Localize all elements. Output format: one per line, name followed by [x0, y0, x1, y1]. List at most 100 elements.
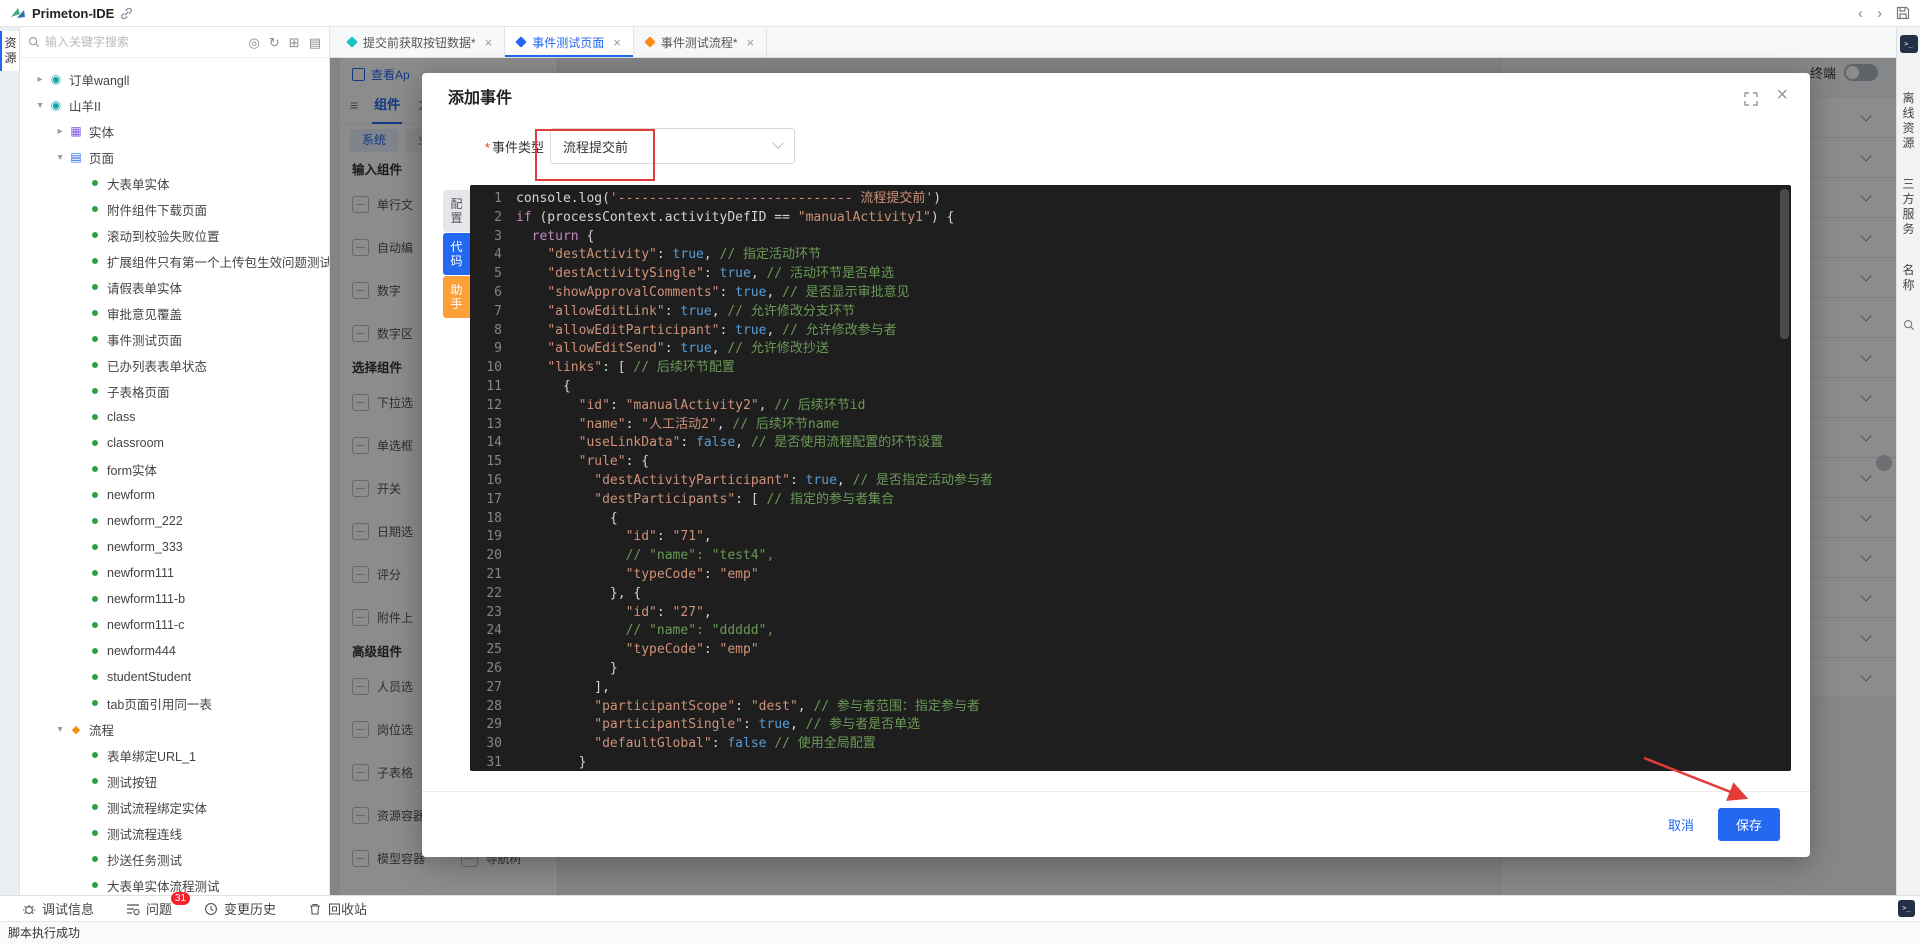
tree-item[interactable]: 抄送任务测试	[20, 846, 329, 872]
modal-footer: 取消 保存	[422, 791, 1810, 857]
share-link-icon[interactable]	[120, 7, 133, 20]
locate-icon[interactable]: ◎	[249, 36, 260, 49]
tree-item[interactable]: classroom	[20, 430, 329, 456]
editor-tab[interactable]: 事件测试流程*×	[634, 27, 767, 57]
tree-item[interactable]: 测试流程连线	[20, 820, 329, 846]
expand-arrow-icon[interactable]: ▸	[32, 74, 48, 85]
close-tab-icon[interactable]: ×	[485, 35, 493, 50]
editor-tab[interactable]: 提交前获取按钮数据*×	[336, 27, 505, 57]
code-line: 21 "typeCode": "emp"	[470, 566, 1791, 585]
tree-item[interactable]: 子表格页面	[20, 378, 329, 404]
panel-layout-icon[interactable]: ▤	[309, 36, 321, 49]
tree-item[interactable]: 事件测试页面	[20, 326, 329, 352]
tree-item[interactable]: 表单绑定URL_1	[20, 742, 329, 768]
search-input[interactable]	[45, 35, 249, 49]
tree-item-label: newform111-c	[107, 618, 184, 632]
save-button[interactable]: 保存	[1718, 808, 1780, 841]
problems-icon	[126, 902, 140, 916]
tree-item[interactable]: 已办列表表单状态	[20, 352, 329, 378]
tree-item[interactable]: 扩展组件只有第一个上传包生效问题测试	[20, 248, 329, 274]
tree-item[interactable]: 测试按钮	[20, 768, 329, 794]
file-type-icon	[644, 36, 655, 47]
tree-item[interactable]: ▸▦实体	[20, 118, 329, 144]
tree-item[interactable]: tab页面引用同一表	[20, 690, 329, 716]
editor-tab[interactable]: 事件测试页面×	[505, 27, 634, 57]
chevron-down-icon	[772, 138, 783, 149]
statusbar-item-label: 回收站	[328, 899, 367, 918]
statusbar-history[interactable]: 变更历史	[204, 899, 276, 918]
terminal-corner-icon[interactable]: >_	[1898, 900, 1915, 917]
tree-item-label: 表单绑定URL_1	[107, 746, 196, 765]
editor-panel-tab-code[interactable]: 代码	[443, 233, 470, 275]
close-tab-icon[interactable]: ×	[747, 35, 755, 50]
resource-sidebar: ◎ ↻ ⊞ ▤ ▸◉订单wangll▸◉山羊II▸▦实体▸▤页面大表单实体附件组件下载…	[20, 27, 330, 895]
tree-item[interactable]: ▸▤页面	[20, 144, 329, 170]
page-dot-icon	[92, 414, 98, 420]
refresh-icon[interactable]: ↻	[269, 36, 280, 49]
tree-item[interactable]: 滚动到校验失败位置	[20, 222, 329, 248]
right-panel-tab[interactable]: 离线资源	[1897, 91, 1920, 151]
editor-tabbar: 提交前获取按钮数据*×事件测试页面×事件测试流程*×	[330, 27, 1896, 58]
tree-item[interactable]: 大表单实体	[20, 170, 329, 196]
tree-item[interactable]: ▸◉订单wangll	[20, 66, 329, 92]
status-bar: 调试信息 问题31 变更历史 回收站 >_	[0, 895, 1920, 921]
fullscreen-icon[interactable]	[1744, 92, 1758, 106]
page-dot-icon	[92, 674, 98, 680]
save-all-icon[interactable]	[1896, 6, 1910, 20]
close-tab-icon[interactable]: ×	[613, 35, 621, 50]
left-dock-strip: 资源	[0, 27, 20, 895]
tree-item-label: 流程	[89, 720, 114, 739]
code-line: 22 }, {	[470, 585, 1791, 604]
collapse-arrow-icon[interactable]: ▸	[55, 721, 66, 737]
collapse-arrow-icon[interactable]: ▸	[35, 97, 46, 113]
history-icon	[204, 902, 218, 916]
resources-panel-tab[interactable]: 资源	[0, 31, 19, 71]
nav-forward-icon[interactable]: ›	[1877, 6, 1882, 21]
outline-search-icon[interactable]	[1903, 319, 1915, 331]
tree-item[interactable]: newform_222	[20, 508, 329, 534]
collapse-arrow-icon[interactable]: ▸	[55, 149, 66, 165]
file-type-icon	[516, 36, 527, 47]
expand-arrow-icon[interactable]: ▸	[52, 126, 68, 137]
editor-panel-tab-config[interactable]: 配置	[443, 190, 470, 232]
right-panel-tab[interactable]: 三方服务	[1897, 177, 1920, 237]
statusbar-problems[interactable]: 问题31	[126, 899, 172, 918]
tree-item[interactable]: 请假表单实体	[20, 274, 329, 300]
terminal-panel-icon[interactable]: >_	[1900, 35, 1918, 53]
right-panel-tab[interactable]: 名称	[1897, 263, 1920, 293]
code-line: 20 // "name": "test4",	[470, 547, 1791, 566]
tree-item[interactable]: newform111-b	[20, 586, 329, 612]
tree-item[interactable]: ▸◆流程	[20, 716, 329, 742]
line-number: 23	[470, 604, 516, 623]
close-icon[interactable]: ×	[1776, 85, 1788, 105]
nav-back-icon[interactable]: ‹	[1858, 6, 1863, 21]
code-editor[interactable]: 1console.log('--------------------------…	[470, 185, 1791, 771]
editor-scrollbar[interactable]	[1780, 189, 1789, 339]
code-line: 6 "showApprovalComments": true, // 是否显示审…	[470, 284, 1791, 303]
tree-item-label: 已办列表表单状态	[107, 356, 207, 375]
page-folder-icon: ▤	[68, 150, 84, 164]
page-dot-icon	[92, 622, 98, 628]
tree-item[interactable]: 审批意见覆盖	[20, 300, 329, 326]
statusbar-debug[interactable]: 调试信息	[22, 899, 94, 918]
editor-panel-tab-assistant[interactable]: 助手	[443, 276, 470, 318]
code-line: 28 "participantScope": "dest", // 参与者范围：…	[470, 698, 1791, 717]
tree-item[interactable]: newform111-c	[20, 612, 329, 638]
tree-item[interactable]: newform_333	[20, 534, 329, 560]
tree-item[interactable]: class	[20, 404, 329, 430]
tree-item[interactable]: 附件组件下载页面	[20, 196, 329, 222]
tree-item[interactable]: studentStudent	[20, 664, 329, 690]
code-line: 16 "destActivityParticipant": true, // 是…	[470, 472, 1791, 491]
event-type-label: *事件类型	[468, 137, 544, 156]
tree-item[interactable]: ▸◉山羊II	[20, 92, 329, 118]
code-line: 19 "id": "71",	[470, 528, 1791, 547]
statusbar-trash[interactable]: 回收站	[308, 899, 367, 918]
tree-item[interactable]: newform	[20, 482, 329, 508]
event-type-select[interactable]: 流程提交前	[550, 128, 795, 164]
tree-item[interactable]: newform111	[20, 560, 329, 586]
tree-item[interactable]: 测试流程绑定实体	[20, 794, 329, 820]
tree-item[interactable]: newform444	[20, 638, 329, 664]
expand-all-icon[interactable]: ⊞	[289, 36, 300, 49]
tree-item[interactable]: form实体	[20, 456, 329, 482]
cancel-button[interactable]: 取消	[1668, 815, 1694, 834]
